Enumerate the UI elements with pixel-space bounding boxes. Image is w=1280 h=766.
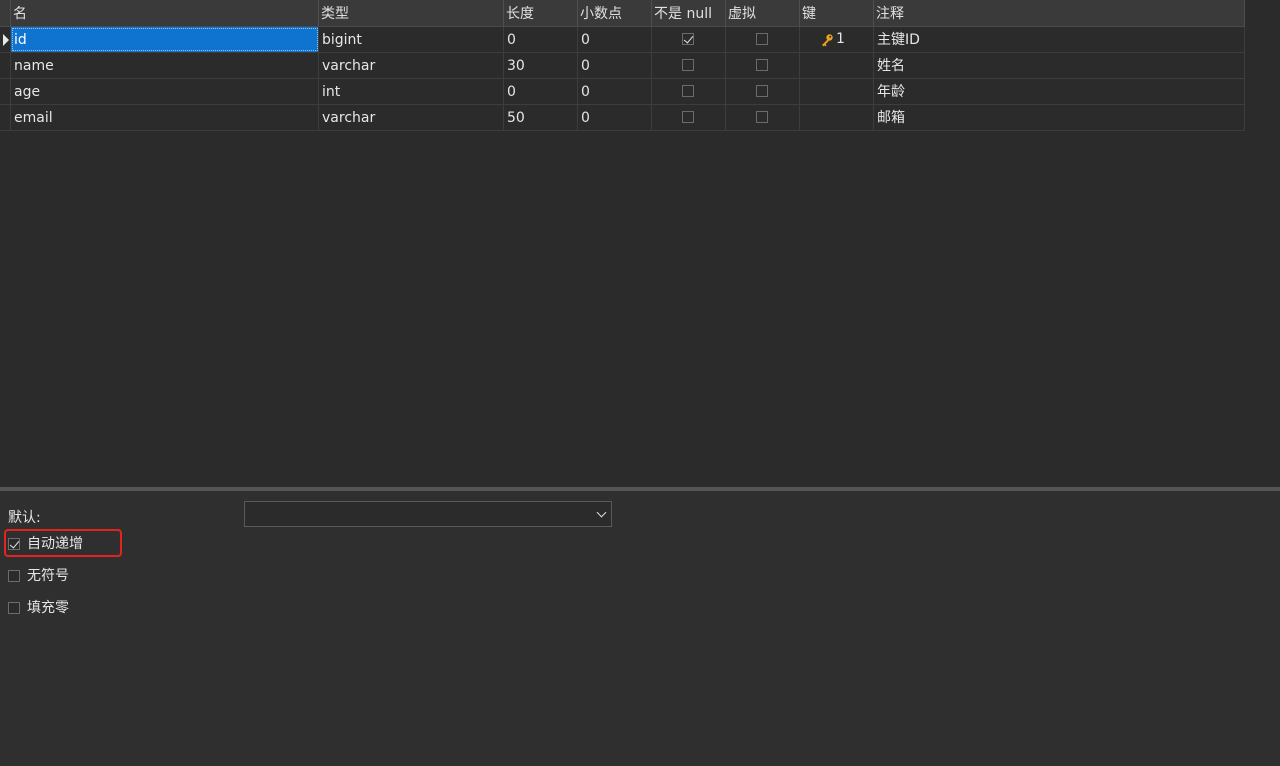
- field-length-cell[interactable]: 30: [504, 53, 578, 78]
- table-row[interactable]: name varchar 30 0 姓名: [0, 53, 1245, 79]
- field-decimals-cell[interactable]: 0: [578, 79, 652, 104]
- field-virtual-cell[interactable]: [726, 79, 800, 104]
- field-name-cell[interactable]: age: [11, 79, 319, 104]
- fields-grid: 名 类型 长度 小数点 不是 null 虚拟 键 注释 id bigint 0 …: [0, 0, 1245, 131]
- not-null-checkbox[interactable]: [682, 85, 694, 97]
- zerofill-checkbox[interactable]: [8, 602, 20, 614]
- field-virtual-cell[interactable]: [726, 105, 800, 130]
- field-virtual-cell[interactable]: [726, 53, 800, 78]
- virtual-checkbox[interactable]: [756, 111, 768, 123]
- unsigned-checkbox[interactable]: [8, 570, 20, 582]
- field-decimals-cell[interactable]: 0: [578, 105, 652, 130]
- field-length-cell[interactable]: 50: [504, 105, 578, 130]
- field-comment-cell[interactable]: 年龄: [874, 79, 1245, 104]
- field-key-cell[interactable]: [800, 105, 874, 130]
- field-not-null-cell[interactable]: [652, 27, 726, 52]
- field-decimals-cell[interactable]: 0: [578, 27, 652, 52]
- default-value-dropdown[interactable]: [244, 501, 612, 527]
- not-null-checkbox[interactable]: [682, 59, 694, 71]
- field-not-null-cell[interactable]: [652, 53, 726, 78]
- field-comment-cell[interactable]: 邮箱: [874, 105, 1245, 130]
- field-type-cell[interactable]: int: [319, 79, 504, 104]
- column-header-comment[interactable]: 注释: [874, 0, 1245, 26]
- column-header-type[interactable]: 类型: [319, 0, 504, 26]
- row-selector[interactable]: [0, 105, 11, 130]
- auto-increment-label[interactable]: 自动递增: [27, 534, 83, 554]
- column-header-decimals[interactable]: 小数点: [578, 0, 652, 26]
- chevron-down-icon[interactable]: [596, 507, 607, 518]
- row-selector[interactable]: [0, 27, 11, 52]
- row-selector[interactable]: [0, 53, 11, 78]
- field-properties-panel: 默认: 自动递增 无符号 填充零: [0, 491, 1280, 766]
- zerofill-label[interactable]: 填充零: [27, 598, 69, 618]
- column-header-key[interactable]: 键: [800, 0, 874, 26]
- column-header-virtual[interactable]: 虚拟: [726, 0, 800, 26]
- column-header-name[interactable]: 名: [11, 0, 319, 26]
- not-null-checkbox[interactable]: [682, 33, 694, 45]
- key-icon: [822, 34, 833, 47]
- virtual-checkbox[interactable]: [756, 59, 768, 71]
- grid-header: 名 类型 长度 小数点 不是 null 虚拟 键 注释: [0, 0, 1245, 27]
- field-name-cell[interactable]: name: [11, 53, 319, 78]
- field-comment-cell[interactable]: 姓名: [874, 53, 1245, 78]
- virtual-checkbox[interactable]: [756, 33, 768, 45]
- field-key-cell[interactable]: [800, 53, 874, 78]
- field-virtual-cell[interactable]: [726, 27, 800, 52]
- field-key-cell[interactable]: 1: [800, 27, 874, 52]
- header-corner: [0, 0, 11, 26]
- field-comment-cell[interactable]: 主键ID: [874, 27, 1245, 52]
- column-header-not-null[interactable]: 不是 null: [652, 0, 726, 26]
- field-type-cell[interactable]: varchar: [319, 53, 504, 78]
- field-length-cell[interactable]: 0: [504, 27, 578, 52]
- field-not-null-cell[interactable]: [652, 79, 726, 104]
- field-length-cell[interactable]: 0: [504, 79, 578, 104]
- field-name-cell[interactable]: email: [11, 105, 319, 130]
- auto-increment-checkbox[interactable]: [8, 538, 20, 550]
- virtual-checkbox[interactable]: [756, 85, 768, 97]
- field-decimals-cell[interactable]: 0: [578, 53, 652, 78]
- field-name-cell[interactable]: id: [11, 27, 319, 52]
- column-header-length[interactable]: 长度: [504, 0, 578, 26]
- row-selector[interactable]: [0, 79, 11, 104]
- triangle-right-icon: [3, 34, 9, 46]
- field-key-cell[interactable]: [800, 79, 874, 104]
- field-not-null-cell[interactable]: [652, 105, 726, 130]
- table-row[interactable]: id bigint 0 0 1 主键ID: [0, 27, 1245, 53]
- field-type-cell[interactable]: varchar: [319, 105, 504, 130]
- field-type-cell[interactable]: bigint: [319, 27, 504, 52]
- table-row[interactable]: email varchar 50 0 邮箱: [0, 105, 1245, 131]
- not-null-checkbox[interactable]: [682, 111, 694, 123]
- unsigned-label[interactable]: 无符号: [27, 566, 69, 586]
- key-order: 1: [836, 31, 845, 47]
- table-row[interactable]: age int 0 0 年龄: [0, 79, 1245, 105]
- default-label: 默认:: [8, 510, 41, 526]
